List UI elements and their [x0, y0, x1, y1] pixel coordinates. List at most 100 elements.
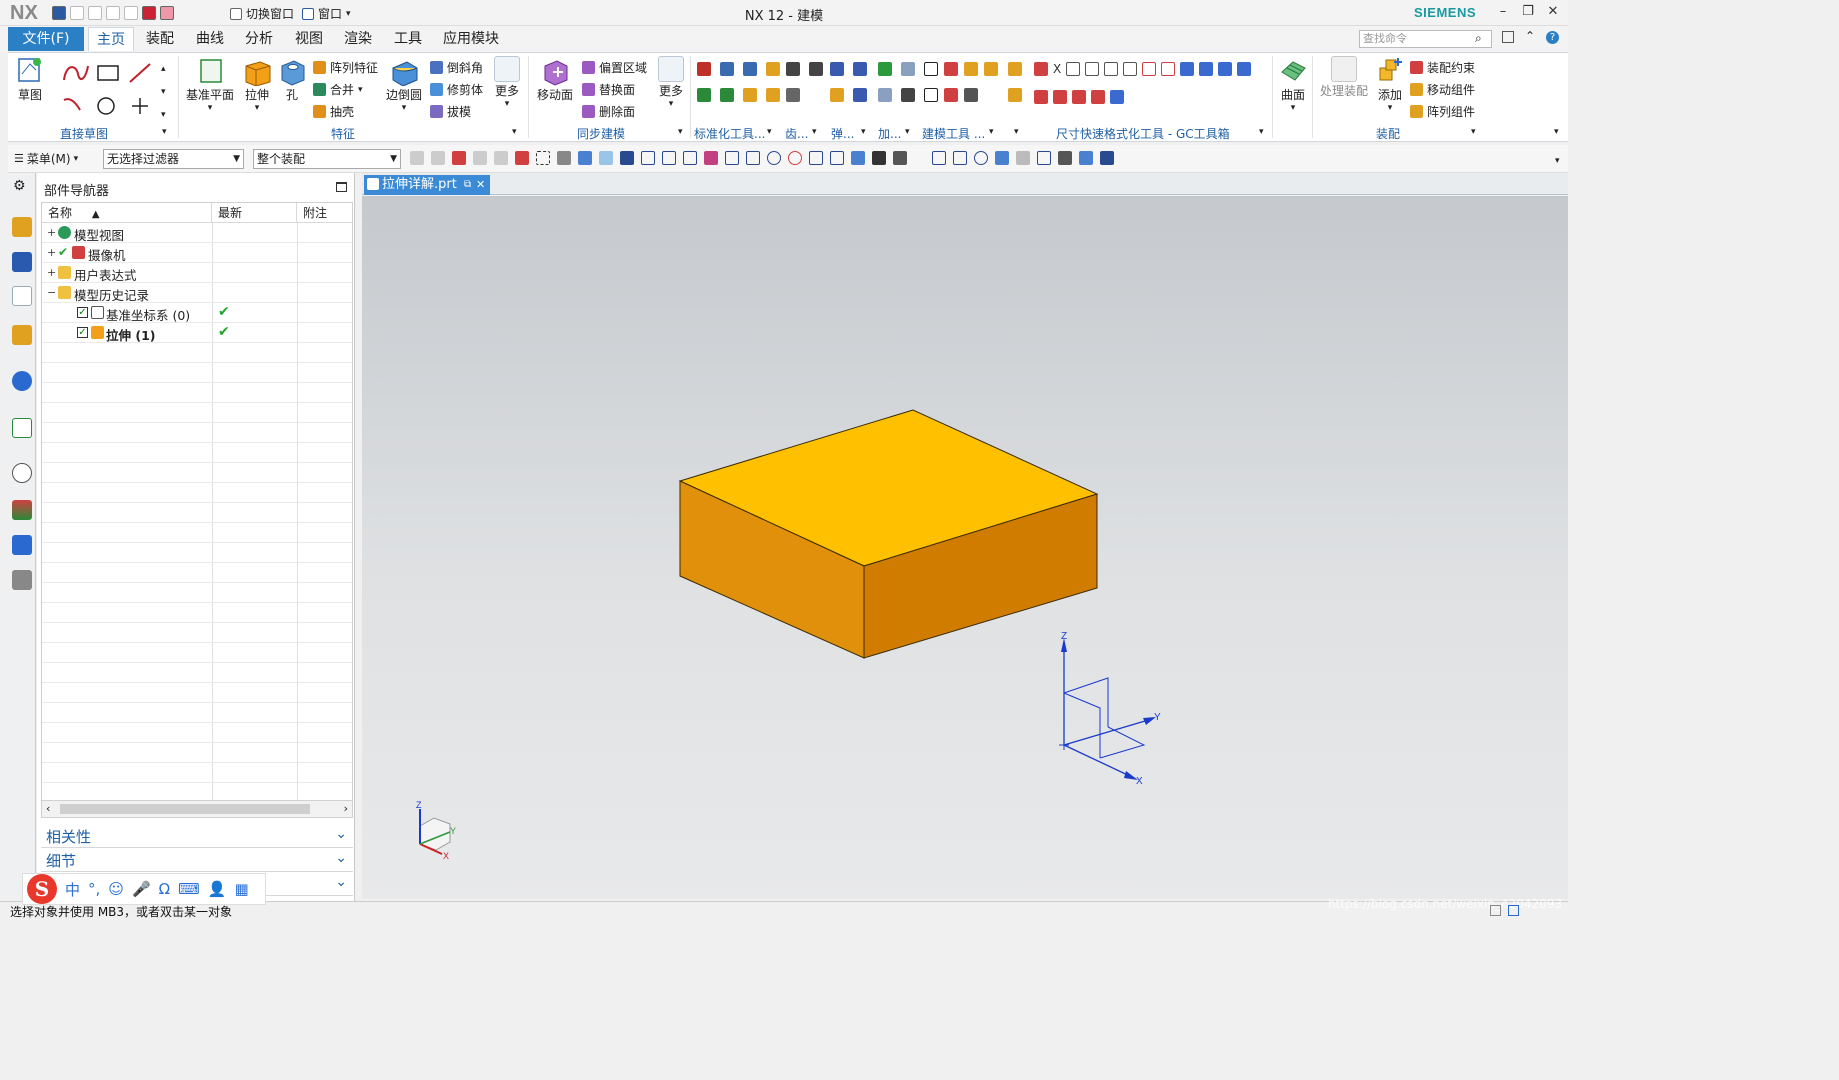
history-icon[interactable]: [12, 463, 32, 483]
dimension-icon[interactable]: [1066, 62, 1081, 76]
assembly-constraint-button[interactable]: 装配约束: [1410, 59, 1475, 76]
collapse-icon[interactable]: −: [47, 286, 57, 299]
dimension-icon[interactable]: [1104, 62, 1119, 76]
dimension-icon[interactable]: [1199, 62, 1214, 76]
tool-icon[interactable]: [944, 62, 958, 76]
snap-icon[interactable]: [788, 151, 802, 165]
snap-icon[interactable]: [893, 151, 907, 165]
snap-icon[interactable]: [830, 151, 844, 165]
dimension-icon[interactable]: [1085, 62, 1100, 76]
draft-button[interactable]: 拔模: [430, 103, 471, 120]
system-material-icon[interactable]: [12, 570, 32, 590]
datum-csys[interactable]: Z Y X: [1059, 631, 1161, 787]
part-navigator-icon[interactable]: [12, 286, 32, 306]
reuse-library-icon[interactable]: [12, 325, 32, 345]
scroll-thumb[interactable]: [60, 804, 310, 814]
model-view[interactable]: Z Y X Z X Y: [362, 196, 1568, 899]
expand-icon[interactable]: +: [47, 246, 57, 259]
dimension-icon[interactable]: [1110, 90, 1124, 104]
gear-icon[interactable]: [809, 62, 823, 76]
chevron-down-icon[interactable]: ▾: [162, 127, 167, 137]
tab-curve[interactable]: 曲线: [188, 27, 232, 51]
add-component-button[interactable]: 添加 ▾: [1376, 56, 1404, 113]
spring-icon[interactable]: [830, 88, 844, 102]
ribbon-options-icon[interactable]: ▾: [1554, 127, 1559, 137]
unite-button[interactable]: 合并 ▾: [313, 81, 363, 98]
snap-icon[interactable]: [767, 151, 781, 165]
chamfer-button[interactable]: 倒斜角: [430, 59, 483, 76]
chevron-down-icon[interactable]: ▾: [512, 127, 517, 137]
snap-icon[interactable]: [851, 151, 865, 165]
tool-icon[interactable]: [1008, 62, 1022, 76]
user-icon[interactable]: 👤: [208, 880, 227, 898]
tool-icon[interactable]: [924, 88, 938, 102]
sync-more-button[interactable]: 更多 ▾: [658, 56, 684, 109]
status-icon[interactable]: [1508, 905, 1519, 916]
gear-icon[interactable]: [786, 62, 800, 76]
triangle-icon[interactable]: [924, 62, 938, 76]
extrude-button[interactable]: 拉伸 ▾: [242, 56, 272, 113]
minimize-button[interactable]: –: [1495, 4, 1511, 20]
view-icon[interactable]: [1016, 151, 1030, 165]
x-icon[interactable]: X: [1053, 62, 1061, 76]
snap-icon[interactable]: [578, 151, 592, 165]
pattern-feature-button[interactable]: 阵列特征: [313, 59, 378, 76]
dependencies-panel-header[interactable]: 相关性 ⌄: [41, 826, 353, 848]
add-tool-icon[interactable]: [878, 88, 892, 102]
tab-applications[interactable]: 应用模块: [435, 27, 507, 51]
tab-analysis[interactable]: 分析: [237, 27, 281, 51]
tab-view[interactable]: 视图: [287, 27, 331, 51]
offset-region-button[interactable]: 偏置区域: [582, 59, 647, 76]
feature-more-button[interactable]: 更多 ▾: [494, 56, 520, 109]
pan-icon[interactable]: [995, 151, 1009, 165]
snap-icon[interactable]: [557, 151, 571, 165]
dimension-icon[interactable]: [1180, 62, 1195, 76]
tree-node-user-expressions[interactable]: + 用户表达式: [42, 263, 352, 283]
expand-icon[interactable]: +: [47, 266, 57, 279]
help-icon[interactable]: ?: [1546, 31, 1559, 44]
tool-icon[interactable]: [766, 62, 780, 76]
snap-icon[interactable]: [641, 151, 655, 165]
column-header-latest[interactable]: 最新: [212, 203, 297, 223]
snap-icon[interactable]: [683, 151, 697, 165]
tree-node-extrude[interactable]: ✓ 拉伸 (1) ✔: [42, 323, 352, 343]
search-icon[interactable]: ⌕: [1475, 31, 1482, 46]
tool-icon[interactable]: [964, 62, 978, 76]
dimension-icon[interactable]: [1237, 62, 1252, 76]
visibility-checkbox[interactable]: ✓: [77, 307, 88, 318]
tree-node-model-views[interactable]: + 模型视图: [42, 223, 352, 243]
chevron-down-icon[interactable]: ▾: [989, 127, 994, 137]
undock-icon[interactable]: ⧉: [464, 175, 471, 195]
pattern-component-button[interactable]: 阵列组件: [1410, 103, 1475, 120]
fit-view-icon[interactable]: [932, 151, 946, 165]
dimension-icon[interactable]: [1034, 62, 1048, 76]
add-tool-icon[interactable]: [901, 62, 915, 76]
tool-icon[interactable]: [964, 88, 978, 102]
tab-tools[interactable]: 工具: [386, 27, 430, 51]
dimension-icon[interactable]: [1161, 62, 1176, 76]
tab-render[interactable]: 渲染: [336, 27, 380, 51]
selection-scope-select[interactable]: 整个装配 ▼: [253, 149, 401, 169]
select-mode-icon[interactable]: [1100, 151, 1114, 165]
ime-language-toggle[interactable]: 中: [65, 879, 80, 900]
ime-punctuation-icon[interactable]: °,: [88, 880, 100, 898]
process-studio-icon[interactable]: [12, 500, 32, 520]
column-header-name[interactable]: 名称 ▲: [42, 203, 212, 223]
dimension-icon[interactable]: [1072, 90, 1086, 104]
collapse-ribbon-icon[interactable]: ⌃: [1525, 29, 1535, 43]
tree-node-model-history[interactable]: − 模型历史记录: [42, 283, 352, 303]
add-tool-icon[interactable]: [901, 88, 915, 102]
chevron-down-icon[interactable]: ▾: [1471, 127, 1476, 137]
restore-button[interactable]: ❐: [1520, 4, 1536, 20]
tree-node-cameras[interactable]: + ✔ 摄像机: [42, 243, 352, 263]
edge-blend-button[interactable]: 边倒圆 ▾: [386, 56, 422, 113]
tool-icon[interactable]: [766, 88, 780, 102]
tab-home[interactable]: 主页: [88, 27, 134, 51]
dimension-icon[interactable]: [1218, 62, 1233, 76]
delete-face-button[interactable]: 删除面: [582, 103, 635, 120]
details-panel-header[interactable]: 细节 ⌄: [41, 850, 353, 872]
horizontal-scrollbar[interactable]: ‹ ›: [41, 800, 353, 818]
zoom-icon[interactable]: [953, 151, 967, 165]
document-tab[interactable]: 拉伸详解.prt ⧉ ✕: [364, 175, 490, 195]
tool-icon[interactable]: [697, 88, 711, 102]
